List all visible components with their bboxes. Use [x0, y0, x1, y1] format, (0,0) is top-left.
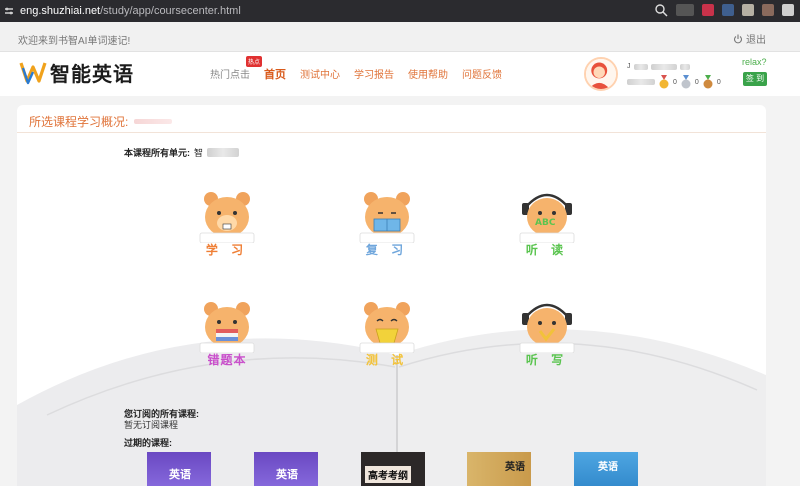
- blurred-extension-icon[interactable]: [742, 4, 754, 16]
- course-cover-title: 高考考纲: [365, 466, 411, 483]
- nav-help[interactable]: 使用帮助: [408, 66, 448, 82]
- blurred-extension-icon[interactable]: [762, 4, 774, 16]
- dictation-bear-icon: [519, 303, 575, 353]
- nav-home[interactable]: 首页: [264, 66, 286, 82]
- browser-url-bar[interactable]: eng.shuzhiai.net/study/app/coursecenter.…: [0, 0, 800, 22]
- user-name: J: [627, 63, 690, 70]
- blurred-username: [650, 63, 677, 70]
- url-path: /study/app/coursecenter.html: [100, 5, 241, 17]
- course-cover-title: 英语: [169, 469, 191, 481]
- unit-row: 本课程所有单元: 智: [124, 146, 240, 159]
- logo-icon: [19, 62, 47, 85]
- expired-course-card[interactable]: 英语: [467, 452, 531, 486]
- blurred-extension-icon[interactable]: [702, 4, 714, 16]
- user-initial: J: [627, 63, 631, 70]
- avatar[interactable]: [584, 57, 618, 91]
- bronze-medal-count: 0: [716, 78, 721, 86]
- course-cover-title: 英语: [276, 469, 298, 481]
- blurred-level: [627, 79, 655, 85]
- brand-name: 智能英语: [50, 63, 134, 86]
- expired-course-card[interactable]: 英语: [147, 452, 211, 486]
- blurred-unit-name: [207, 148, 240, 157]
- course-cover-title: 英语: [598, 462, 618, 473]
- blurred-extension-icon[interactable]: [676, 4, 694, 16]
- module-wrong-book[interactable]: 错题本: [194, 299, 260, 367]
- welcome-text: 欢迎来到书智AI单词速记!: [18, 36, 131, 47]
- site-topbar: 欢迎来到书智AI单词速记! 退出: [0, 22, 800, 52]
- relax-link[interactable]: relax?: [742, 57, 767, 67]
- blurred-extension-icon[interactable]: [722, 4, 734, 16]
- url-host: eng.shuzhiai.net: [20, 5, 101, 17]
- wrong-book-bear-icon: [199, 302, 255, 353]
- blurred-username: [633, 63, 648, 70]
- main-nav: 热门点击 热点 首页 测试中心 学习报告 使用帮助 问题反馈: [210, 56, 502, 82]
- module-dictation[interactable]: 听 写: [514, 299, 580, 367]
- module-test[interactable]: 测 试: [354, 299, 420, 367]
- blurred-course-name: [134, 119, 173, 124]
- test-bear-icon: [359, 302, 415, 353]
- panel-title: 所选课程学习概况:: [29, 113, 173, 130]
- svg-text:ABC: ABC: [535, 218, 556, 228]
- site-header: 智能英语 热门点击 热点 首页 测试中心 学习报告 使用帮助 问题反馈 J 0 …: [0, 52, 800, 96]
- silver-medal-count: 0: [694, 78, 699, 86]
- medal-counts: 0 0 0: [627, 75, 721, 89]
- site-info-icon[interactable]: [2, 4, 16, 18]
- expired-course-card[interactable]: 高考考纲: [361, 452, 425, 486]
- module-dictation-label: 听 写: [525, 353, 569, 367]
- divider: [17, 132, 766, 133]
- module-study-label: 学 习: [205, 243, 249, 257]
- nav-hot[interactable]: 热门点击 热点: [210, 56, 262, 82]
- module-wrong-book-label: 错题本: [207, 353, 247, 367]
- review-bear-icon: [359, 192, 415, 243]
- gold-medal-icon: [659, 75, 669, 89]
- module-listen-read-label: 听 读: [525, 243, 569, 257]
- module-review[interactable]: 复 习: [354, 189, 420, 257]
- logout-button[interactable]: 退出: [733, 31, 766, 46]
- site-logo[interactable]: 智能英语: [18, 57, 134, 87]
- subscribed-empty-text: 暂无订阅课程: [124, 420, 179, 430]
- hot-badge: 热点: [245, 56, 262, 67]
- logout-label: 退出: [746, 35, 766, 46]
- blurred-username: [679, 63, 690, 70]
- nav-hot-label: 热门点击: [210, 70, 250, 81]
- nav-study-report[interactable]: 学习报告: [354, 66, 394, 82]
- nav-feedback[interactable]: 问题反馈: [462, 66, 502, 82]
- expired-courses-title: 过期的课程:: [124, 438, 172, 448]
- units-label: 本课程所有单元:: [124, 148, 190, 158]
- expired-course-card[interactable]: 英语: [254, 452, 318, 486]
- blurred-extension-icon[interactable]: [782, 4, 794, 16]
- module-test-label: 测 试: [365, 353, 409, 367]
- bronze-medal-icon: [703, 75, 713, 89]
- url-text[interactable]: eng.shuzhiai.net/study/app/coursecenter.…: [20, 5, 241, 17]
- expired-course-card[interactable]: 英语: [574, 452, 638, 486]
- module-review-label: 复 习: [365, 243, 409, 257]
- module-study[interactable]: 学 习: [194, 189, 260, 257]
- module-listen-read[interactable]: ABC 听 读: [514, 189, 580, 257]
- listen-read-bear-icon: ABC: [519, 193, 575, 243]
- course-cover-title: 英语: [505, 462, 525, 473]
- avatar-icon: [586, 59, 616, 89]
- silver-medal-icon: [681, 75, 691, 89]
- zoom-icon[interactable]: [654, 3, 668, 17]
- course-overview-panel: 所选课程学习概况: 本课程所有单元: 智 学 习 复 习 ABC 听 读 错题本…: [17, 105, 766, 486]
- gold-medal-count: 0: [673, 78, 677, 86]
- units-value: 智: [194, 148, 204, 158]
- panel-title-text: 所选课程学习概况:: [29, 115, 129, 129]
- nav-test-center[interactable]: 测试中心: [300, 66, 340, 82]
- study-bear-icon: [199, 192, 255, 243]
- power-icon: [733, 34, 743, 43]
- signin-button[interactable]: 签 到: [743, 72, 767, 86]
